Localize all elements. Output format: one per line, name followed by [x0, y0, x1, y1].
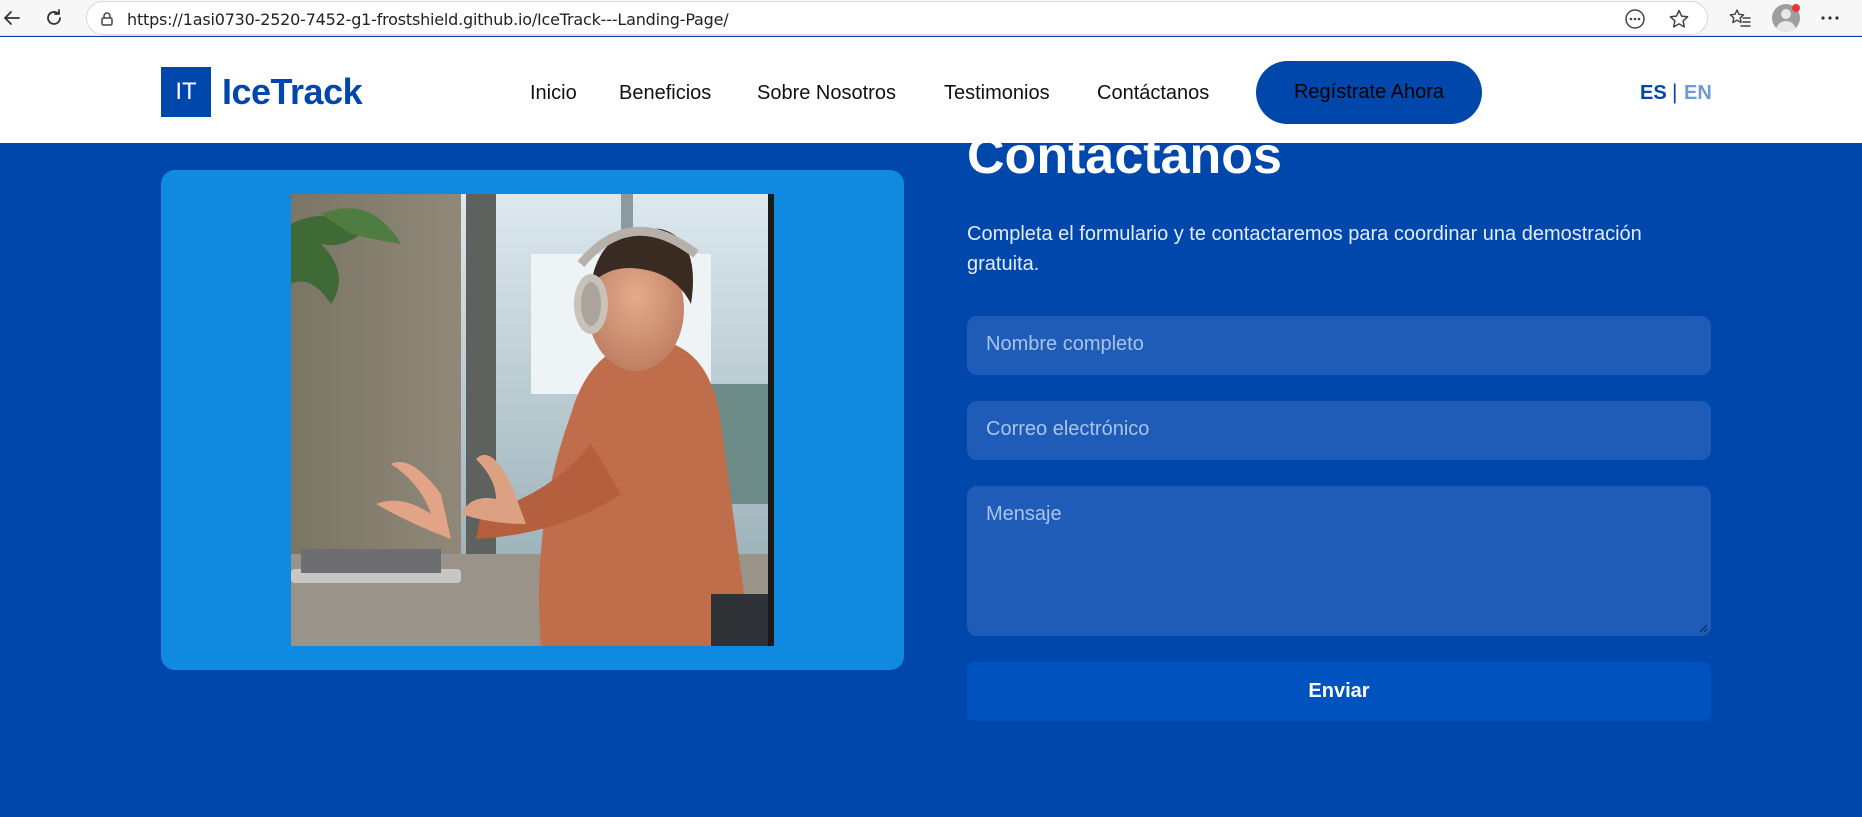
logo-mark[interactable]: IT	[161, 67, 211, 117]
email-field[interactable]: Correo electrónico	[967, 401, 1711, 460]
contact-description: Completa el formulario y te contactaremo…	[967, 223, 1642, 275]
nav-inicio[interactable]: Inicio	[530, 82, 577, 105]
nav-sobre-nosotros[interactable]: Sobre Nosotros	[757, 82, 896, 105]
submit-button[interactable]: Enviar	[967, 662, 1711, 721]
back-arrow-icon[interactable]	[0, 6, 24, 30]
message-placeholder: Mensaje	[986, 503, 1062, 525]
url-text[interactable]: https://1asi0730-2520-7452-g1-frostshiel…	[127, 10, 729, 29]
contact-photo	[291, 194, 774, 646]
contact-title: Contáctanos	[967, 127, 1282, 185]
resize-handle-icon[interactable]	[1699, 624, 1708, 633]
logo-text[interactable]: IceTrack	[222, 71, 363, 113]
address-bar[interactable]: https://1asi0730-2520-7452-g1-frostshiel…	[86, 1, 1708, 35]
notification-dot	[1792, 4, 1800, 12]
lang-en-button[interactable]: EN	[1684, 82, 1712, 105]
browser-toolbar: https://1asi0730-2520-7452-g1-frostshiel…	[0, 0, 1862, 36]
name-placeholder: Nombre completo	[986, 333, 1144, 355]
nav-contactanos[interactable]: Contáctanos	[1097, 82, 1209, 105]
favorites-icon[interactable]	[1728, 6, 1752, 30]
lang-separator: |	[1672, 81, 1678, 104]
lang-es-button[interactable]: ES	[1640, 82, 1667, 105]
name-field[interactable]: Nombre completo	[967, 316, 1711, 375]
nav-testimonios[interactable]: Testimonios	[944, 82, 1050, 105]
menu-dots-icon[interactable]	[1818, 6, 1842, 30]
email-placeholder: Correo electrónico	[986, 418, 1150, 440]
site-header: IT IceTrack Inicio Beneficios Sobre Noso…	[0, 37, 1862, 143]
star-icon[interactable]	[1667, 7, 1691, 31]
nav-beneficios[interactable]: Beneficios	[619, 82, 711, 105]
more-circle-icon[interactable]	[1623, 7, 1647, 31]
lock-icon[interactable]	[95, 7, 119, 31]
reload-icon[interactable]	[42, 6, 66, 30]
message-field[interactable]: Mensaje	[967, 486, 1711, 636]
register-button[interactable]: Regístrate Ahora	[1256, 61, 1482, 124]
